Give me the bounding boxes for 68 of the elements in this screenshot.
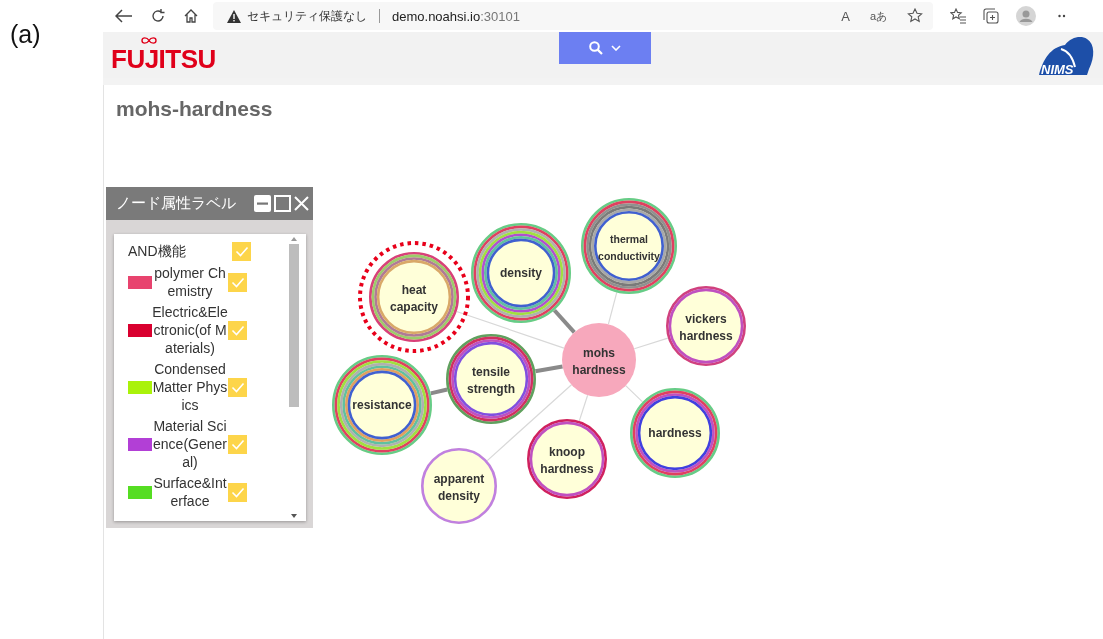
node-label: heat capacity: [390, 283, 438, 314]
check-icon: [230, 486, 245, 498]
close-icon[interactable]: [294, 196, 309, 211]
graph-node[interactable]: [369, 252, 459, 342]
reload-icon[interactable]: [150, 8, 166, 24]
graph-node[interactable]: [666, 286, 746, 366]
read-aloud-button[interactable]: A: [841, 8, 850, 24]
check-icon: [230, 381, 245, 393]
node-label: tensile strength: [467, 365, 515, 396]
scroll-down-icon[interactable]: [291, 514, 297, 518]
infinity-icon: [141, 35, 157, 45]
translate-button[interactable]: aあ: [869, 8, 887, 24]
and-option-label: AND機能: [128, 242, 187, 261]
more-icon[interactable]: [1058, 14, 1066, 18]
graph-node[interactable]: [581, 198, 677, 294]
scrollbar[interactable]: [288, 237, 300, 518]
category-label: Electric&Electronic(of Materials): [152, 303, 228, 357]
home-icon[interactable]: [183, 8, 199, 24]
page-title: mohs-hardness: [116, 97, 274, 122]
graph-node[interactable]: [332, 355, 432, 455]
chevron-down-icon: [610, 45, 621, 51]
checkbox[interactable]: [228, 272, 247, 292]
node-label: mohs hardness: [572, 346, 626, 377]
checkbox[interactable]: [232, 242, 251, 261]
nims-logo-shape: [1037, 35, 1095, 77]
checkbox[interactable]: [228, 482, 247, 502]
graph-node[interactable]: [527, 419, 607, 499]
graph-node[interactable]: [421, 448, 497, 524]
graph-node[interactable]: [630, 388, 720, 478]
check-icon: [230, 324, 245, 336]
collections-icon[interactable]: [983, 8, 999, 24]
category-label: polymer Chemistry: [153, 264, 227, 300]
node-label: thermal conductivity: [598, 233, 660, 262]
maximize-icon[interactable]: [274, 195, 291, 212]
scroll-up-icon[interactable]: [291, 237, 297, 241]
node-label: knoop hardness: [540, 445, 594, 476]
panel-title: ノード属性ラベル: [116, 194, 237, 213]
checkbox[interactable]: [228, 377, 247, 397]
check-icon: [234, 246, 249, 257]
security-label: セキュリティ保護なし: [247, 7, 367, 25]
back-icon[interactable]: [115, 9, 133, 23]
favorite-add-icon[interactable]: [907, 8, 923, 24]
address-bar[interactable]: セキュリティ保護なし demo.noahsi.io:30101 A aあ: [213, 2, 933, 30]
category-label: Surface&Interface: [152, 474, 228, 510]
category-label: Material Science(General): [152, 417, 228, 471]
checkbox[interactable]: [228, 320, 247, 340]
figure-label: (a): [10, 20, 41, 48]
url-text: demo.noahsi.io:30101: [392, 8, 520, 24]
check-icon: [230, 438, 245, 450]
node-label: hardness: [648, 426, 702, 440]
node-label: apparent density: [433, 472, 485, 503]
profile-icon[interactable]: [1016, 6, 1036, 26]
minimize-icon[interactable]: [254, 195, 271, 212]
checkbox[interactable]: [228, 434, 247, 454]
node-label: vickers hardness: [679, 312, 733, 343]
nims-logo-text: NIMS: [1041, 62, 1074, 77]
search-button[interactable]: [558, 32, 651, 64]
graph-node[interactable]: [471, 223, 571, 323]
check-icon: [230, 276, 245, 288]
warning-icon: [227, 9, 241, 23]
fujitsu-logo: FUJITSU: [111, 43, 216, 74]
category-label: Condensed Matter Physics: [152, 360, 228, 414]
node-label: density: [500, 266, 542, 280]
search-icon: [588, 41, 603, 55]
graph-node[interactable]: [446, 334, 536, 424]
graph-node[interactable]: [562, 323, 636, 397]
node-label: resistance: [352, 398, 412, 412]
favorites-icon[interactable]: [950, 8, 966, 24]
